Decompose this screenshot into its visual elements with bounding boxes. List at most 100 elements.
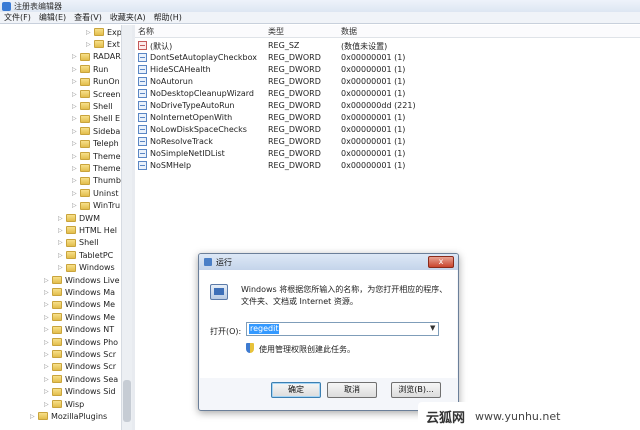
menu-view[interactable]: 查看(V) [74,12,102,23]
value-row[interactable]: NoSMHelp REG_DWORD 0x00000001 (1) [135,160,640,172]
tree-item[interactable]: ▷ Windows NT [44,324,114,336]
tree-item[interactable]: ▷ Windows Me [44,299,115,311]
expand-arrow-icon[interactable]: ▷ [44,376,50,383]
tree-item[interactable]: ▷ MozillaPlugins [30,410,107,422]
expand-arrow-icon[interactable]: ▷ [30,413,36,420]
chevron-down-icon[interactable]: ▼ [430,324,435,332]
open-combobox[interactable]: regedit ▼ [246,322,439,336]
expand-arrow-icon[interactable]: ▷ [72,177,78,184]
expand-arrow-icon[interactable]: ▷ [58,239,64,246]
expand-arrow-icon[interactable]: ▷ [72,115,78,122]
tree-item[interactable]: ▷ Uninst [72,187,119,199]
expand-arrow-icon[interactable]: ▷ [72,78,78,85]
expand-arrow-icon[interactable]: ▷ [58,264,64,271]
value-row[interactable]: NoDesktopCleanupWizard REG_DWORD 0x0000000… [135,88,640,100]
tree-item[interactable]: ▷ Windows Live [44,274,120,286]
expand-arrow-icon[interactable]: ▷ [72,128,78,135]
expand-arrow-icon[interactable]: ▷ [58,215,64,222]
open-input-value[interactable]: regedit [249,324,280,334]
expand-arrow-icon[interactable]: ▷ [86,29,92,36]
tree-item[interactable]: ▷ Exp [86,26,121,38]
value-row[interactable]: NoSimpleNetIDList REG_DWORD 0x00000001 (1) [135,148,640,160]
value-row[interactable]: NoAutorun REG_DWORD 0x00000001 (1) [135,76,640,88]
tree-item-label: HTML Hel [79,225,117,235]
expand-arrow-icon[interactable]: ▷ [72,66,78,73]
tree-item[interactable]: ▷ Windows Scr [44,361,116,373]
expand-arrow-icon[interactable]: ▷ [58,252,64,259]
menu-favorites[interactable]: 收藏夹(A) [110,12,146,23]
expand-arrow-icon[interactable]: ▷ [72,91,78,98]
expand-arrow-icon[interactable]: ▷ [72,190,78,197]
tree-item[interactable]: ▷ RADAR [72,51,121,63]
expand-arrow-icon[interactable]: ▷ [44,277,50,284]
expand-arrow-icon[interactable]: ▷ [44,314,50,321]
dword-value-icon [138,149,147,158]
menu-file[interactable]: 文件(F) [4,12,31,23]
menu-edit[interactable]: 编辑(E) [39,12,66,23]
tree-scrollbar[interactable] [121,25,132,430]
expand-arrow-icon[interactable]: ▷ [72,202,78,209]
tree-item[interactable]: ▷ Theme [72,162,121,174]
tree-item[interactable]: ▷ DWM [58,212,100,224]
value-row[interactable]: DontSetAutoplayCheckbox REG_DWORD 0x000000… [135,52,640,64]
column-name-header[interactable]: 名称 [138,26,154,37]
expand-arrow-icon[interactable]: ▷ [44,401,50,408]
tree-item[interactable]: ▷ Wisp [44,398,84,410]
value-row[interactable]: HideSCAHealth REG_DWORD 0x00000001 (1) [135,64,640,76]
tree-item[interactable]: ▷ TabletPC [58,249,113,261]
expand-arrow-icon[interactable]: ▷ [58,227,64,234]
tree-item[interactable]: ▷ Windows [58,262,115,274]
browse-button[interactable]: 浏览(B)... [391,382,441,398]
expand-arrow-icon[interactable]: ▷ [44,388,50,395]
menu-help[interactable]: 帮助(H) [154,12,182,23]
tree-item[interactable]: ▷ Windows Ma [44,286,115,298]
dword-value-icon [138,101,147,110]
expand-arrow-icon[interactable]: ▷ [44,339,50,346]
tree-item[interactable]: ▷ Shell E [72,113,120,125]
close-button[interactable]: x [428,256,454,268]
run-dialog-titlebar[interactable]: 运行 x [199,254,458,270]
ok-button[interactable]: 确定 [271,382,321,398]
tree-item[interactable]: ▷ Screen [72,88,121,100]
tree-item[interactable]: ▷ Thumb [72,175,121,187]
expand-arrow-icon[interactable]: ▷ [72,153,78,160]
value-row[interactable]: NoDriveTypeAutoRun REG_DWORD 0x000000dd (2… [135,100,640,112]
run-dialog-title: 运行 [216,258,232,267]
tree-item[interactable]: ▷ Windows Sid [44,386,116,398]
expand-arrow-icon[interactable]: ▷ [44,326,50,333]
expand-arrow-icon[interactable]: ▷ [44,301,50,308]
tree-scrollbar-thumb[interactable] [123,380,131,422]
column-data-header[interactable]: 数据 [341,26,357,37]
expand-arrow-icon[interactable]: ▷ [86,41,92,48]
tree-item[interactable]: ▷ Shell [58,237,99,249]
expand-arrow-icon[interactable]: ▷ [72,140,78,147]
tree-item[interactable]: ▷ HTML Hel [58,224,117,236]
value-row[interactable]: NoLowDiskSpaceChecks REG_DWORD 0x00000001 … [135,124,640,136]
value-row[interactable]: (默认) REG_SZ (数值未设置) [135,40,640,52]
tree-item[interactable]: ▷ RunOn [72,76,120,88]
tree-item[interactable]: ▷ Windows Pho [44,336,118,348]
tree-item[interactable]: ▷ Theme [72,150,121,162]
tree-item[interactable]: ▷ Run [72,63,108,75]
column-type-header[interactable]: 类型 [268,26,284,37]
expand-arrow-icon[interactable]: ▷ [72,53,78,60]
expand-arrow-icon[interactable]: ▷ [72,165,78,172]
tree-item[interactable]: ▷ Ext [86,38,120,50]
tree-item[interactable]: ▷ Sideba [72,125,120,137]
folder-icon [52,362,62,371]
expand-arrow-icon[interactable]: ▷ [44,289,50,296]
expand-arrow-icon[interactable]: ▷ [44,363,50,370]
value-row[interactable]: NoInternetOpenWith REG_DWORD 0x00000001 (1… [135,112,640,124]
tree-item[interactable]: ▷ Windows Me [44,311,115,323]
expand-arrow-icon[interactable]: ▷ [72,103,78,110]
tree-item[interactable]: ▷ WinTru [72,200,120,212]
tree-item[interactable]: ▷ Teleph [72,138,119,150]
tree-item[interactable]: ▷ Windows Scr [44,348,116,360]
tree-item[interactable]: ▷ Windows Sea [44,373,118,385]
expand-arrow-icon[interactable]: ▷ [44,351,50,358]
dword-value-icon [138,65,147,74]
registry-tree[interactable]: ▷ Exp ▷ Ext ▷ RADAR ▷ Run ▷ RunOn ▷ Screen ▷ Shell ▷ Sh… [0,25,121,430]
cancel-button[interactable]: 取消 [327,382,377,398]
value-row[interactable]: NoResolveTrack REG_DWORD 0x00000001 (1) [135,136,640,148]
tree-item[interactable]: ▷ Shell [72,100,113,112]
